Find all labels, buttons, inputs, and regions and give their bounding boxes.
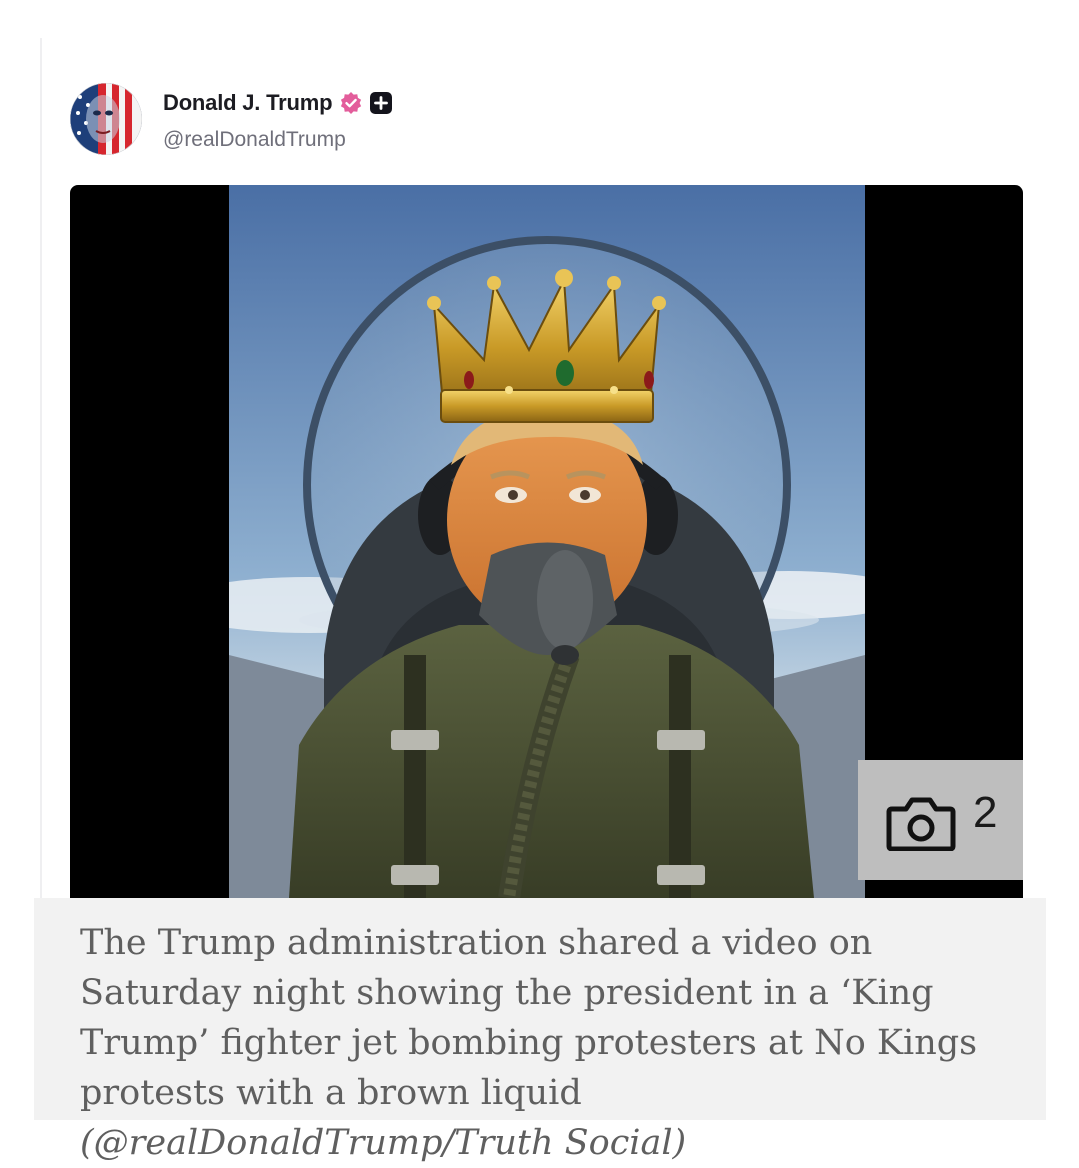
author-handle[interactable]: @realDonaldTrump bbox=[163, 128, 346, 152]
post-header: Donald J. Trump @realDonaldTrump bbox=[70, 83, 670, 157]
caption-credit: (@realDonaldTrump/Truth Social) bbox=[80, 1123, 687, 1163]
caption-text: The Trump administration shared a video … bbox=[80, 918, 1010, 1168]
image-caption: The Trump administration shared a video … bbox=[34, 898, 1046, 1163]
camera-icon bbox=[886, 795, 956, 852]
verified-badge-icon bbox=[339, 91, 363, 115]
avatar[interactable] bbox=[70, 83, 142, 155]
flag-portrait-avatar-icon bbox=[70, 83, 142, 155]
king-pilot-image bbox=[229, 185, 865, 898]
author-name-row: Donald J. Trump bbox=[163, 88, 393, 118]
gallery-count: 2 bbox=[973, 788, 998, 837]
author-name[interactable]: Donald J. Trump bbox=[163, 90, 333, 116]
plus-square-icon bbox=[369, 91, 393, 115]
gallery-count-badge[interactable]: 2 bbox=[858, 760, 1023, 880]
post-card-border bbox=[40, 38, 42, 898]
caption-body: The Trump administration shared a video … bbox=[80, 923, 978, 1113]
